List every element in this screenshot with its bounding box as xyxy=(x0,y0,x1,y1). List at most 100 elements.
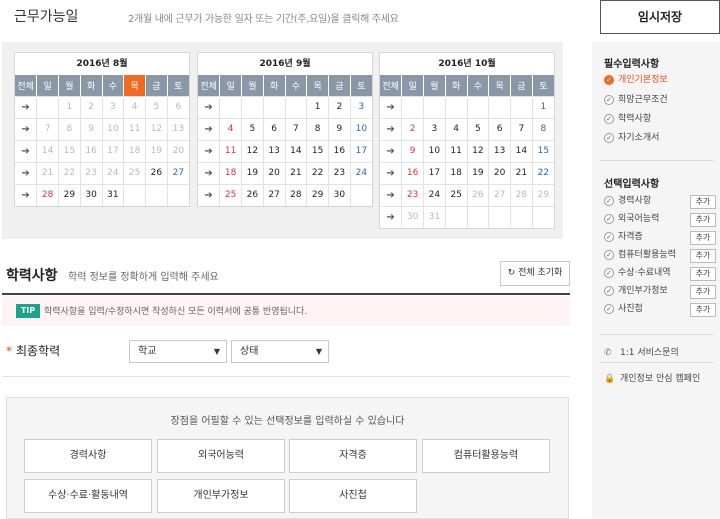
calendar-day[interactable]: 17 xyxy=(350,139,372,162)
calendar-day[interactable]: 29 xyxy=(58,183,81,206)
calendar-day[interactable]: 23 xyxy=(401,183,424,206)
sidebar-item-computer-skill[interactable]: ✓ 컴퓨터활용능력 xyxy=(604,248,676,262)
weekday-header[interactable]: 월 xyxy=(423,75,446,96)
calendar-day[interactable]: 2 xyxy=(401,117,424,140)
sidebar-item-awards[interactable]: ✓ 수상·수료내역 xyxy=(604,266,671,280)
calendar-day[interactable]: 11 xyxy=(219,139,242,162)
weekday-header[interactable]: 토 xyxy=(532,75,554,96)
status-select[interactable]: 상태 ▼ xyxy=(231,340,329,363)
weekday-header[interactable]: 화 xyxy=(445,75,468,96)
select-week-arrow-icon[interactable]: ➔ xyxy=(380,161,403,184)
add-photo-album-small-button[interactable]: 추가 xyxy=(690,303,716,317)
weekday-header[interactable]: 일 xyxy=(219,75,242,96)
calendar-day[interactable]: 14 xyxy=(285,139,308,162)
calendar-day[interactable]: 22 xyxy=(532,161,554,184)
calendar-day[interactable]: 8 xyxy=(306,117,329,140)
calendar-day[interactable]: 14 xyxy=(510,139,533,162)
select-week-arrow-icon[interactable]: ➔ xyxy=(380,117,403,140)
calendar-day[interactable]: 9 xyxy=(401,139,424,162)
calendar-day[interactable]: 28 xyxy=(36,183,59,206)
calendar-day[interactable]: 30 xyxy=(328,183,351,206)
sidebar-item-certificate[interactable]: ✓ 자격증 xyxy=(604,230,643,244)
calendar-day[interactable]: 20 xyxy=(488,161,511,184)
weekday-header[interactable]: 금 xyxy=(328,75,351,96)
calendar-day[interactable]: 1 xyxy=(306,95,329,118)
calendar-day[interactable]: 31 xyxy=(102,183,125,206)
calendar-day[interactable]: 24 xyxy=(423,183,446,206)
add-language-button[interactable]: 외국어능력 xyxy=(157,439,285,473)
sidebar-item-personal-info[interactable]: ✓ 개인기본정보 xyxy=(604,73,668,87)
add-personal-extra-small-button[interactable]: 추가 xyxy=(690,285,716,299)
weekday-header[interactable]: 화 xyxy=(263,75,286,96)
calendar-day[interactable]: 13 xyxy=(263,139,286,162)
select-week-arrow-icon[interactable]: ➔ xyxy=(380,183,403,206)
calendar-day[interactable]: 27 xyxy=(263,183,286,206)
weekday-header[interactable]: 화 xyxy=(80,75,103,96)
calendar-day[interactable]: 4 xyxy=(219,117,242,140)
sidebar-item-self-intro[interactable]: ✓ 자기소개서 xyxy=(604,131,659,145)
school-select[interactable]: 학교 ▼ xyxy=(129,340,227,363)
add-computer-skill-small-button[interactable]: 추가 xyxy=(690,249,716,263)
select-week-arrow-icon[interactable]: ➔ xyxy=(380,95,403,118)
select-week-arrow-icon[interactable]: ➔ xyxy=(15,161,38,184)
add-career-button[interactable]: 경력사항 xyxy=(24,439,152,473)
add-award-activity-button[interactable]: 수상·수료·활동내역 xyxy=(24,479,152,513)
weekday-header[interactable]: 금 xyxy=(145,75,168,96)
weekday-header[interactable]: 목 xyxy=(306,75,329,96)
add-certificate-button[interactable]: 자격증 xyxy=(289,439,417,473)
calendar-day[interactable]: 18 xyxy=(219,161,242,184)
calendar-day[interactable]: 13 xyxy=(488,139,511,162)
privacy-campaign-link[interactable]: 🔒 개인정보 안심 캠페인 xyxy=(604,371,700,384)
calendar-day[interactable]: 10 xyxy=(423,139,446,162)
calendar-day[interactable]: 8 xyxy=(532,117,554,140)
calendar-day[interactable]: 25 xyxy=(219,183,242,206)
select-all-header[interactable]: 전체 xyxy=(15,75,38,96)
weekday-header[interactable]: 목 xyxy=(488,75,511,96)
select-all-header[interactable]: 전체 xyxy=(380,75,403,96)
calendar-day[interactable]: 26 xyxy=(241,183,264,206)
add-awards-small-button[interactable]: 추가 xyxy=(690,267,716,281)
select-week-arrow-icon[interactable]: ➔ xyxy=(380,139,403,162)
add-language-small-button[interactable]: 추가 xyxy=(690,213,716,227)
weekday-header[interactable]: 수 xyxy=(467,75,490,96)
reset-all-button[interactable]: ↻ 전체 초기화 xyxy=(500,261,570,286)
temp-save-button[interactable]: 임시저장 xyxy=(600,0,720,34)
sidebar-item-education[interactable]: ✓ 학력사항 xyxy=(604,112,651,126)
add-career-small-button[interactable]: 추가 xyxy=(690,195,716,209)
calendar-day[interactable]: 23 xyxy=(328,161,351,184)
add-personal-extra-button[interactable]: 개인부가정보 xyxy=(157,479,285,513)
calendar-day[interactable]: 6 xyxy=(488,117,511,140)
select-week-arrow-icon[interactable]: ➔ xyxy=(198,183,221,206)
calendar-day[interactable]: 20 xyxy=(263,161,286,184)
weekday-header[interactable]: 월 xyxy=(58,75,81,96)
calendar-day[interactable]: 16 xyxy=(328,139,351,162)
sidebar-item-language[interactable]: ✓ 외국어능력 xyxy=(604,212,659,226)
add-photo-album-button[interactable]: 사진첩 xyxy=(289,479,417,513)
weekday-header[interactable]: 수 xyxy=(102,75,125,96)
calendar-day[interactable]: 15 xyxy=(306,139,329,162)
sidebar-item-desired-conditions[interactable]: ✓ 희망근무조건 xyxy=(604,93,668,107)
calendar-day[interactable]: 4 xyxy=(445,117,468,140)
calendar-day[interactable]: 22 xyxy=(306,161,329,184)
weekday-header[interactable]: 수 xyxy=(285,75,308,96)
select-week-arrow-icon[interactable]: ➔ xyxy=(198,117,221,140)
select-week-arrow-icon[interactable]: ➔ xyxy=(15,183,38,206)
weekday-header[interactable]: 목 xyxy=(123,75,146,96)
sidebar-item-photo-album[interactable]: ✓ 사진첩 xyxy=(604,302,643,316)
calendar-day[interactable]: 18 xyxy=(445,161,468,184)
add-certificate-small-button[interactable]: 추가 xyxy=(690,231,716,245)
calendar-day[interactable]: 7 xyxy=(285,117,308,140)
weekday-header[interactable]: 일 xyxy=(401,75,424,96)
weekday-header[interactable]: 토 xyxy=(167,75,189,96)
calendar-day[interactable]: 26 xyxy=(145,161,168,184)
calendar-day[interactable]: 7 xyxy=(510,117,533,140)
select-week-arrow-icon[interactable]: ➔ xyxy=(15,139,38,162)
calendar-day[interactable]: 10 xyxy=(350,117,372,140)
calendar-day[interactable]: 25 xyxy=(445,183,468,206)
calendar-day[interactable]: 12 xyxy=(241,139,264,162)
calendar-day[interactable]: 11 xyxy=(445,139,468,162)
calendar-day[interactable]: 5 xyxy=(467,117,490,140)
calendar-day[interactable]: 6 xyxy=(263,117,286,140)
calendar-day[interactable]: 21 xyxy=(285,161,308,184)
calendar-day[interactable]: 3 xyxy=(423,117,446,140)
